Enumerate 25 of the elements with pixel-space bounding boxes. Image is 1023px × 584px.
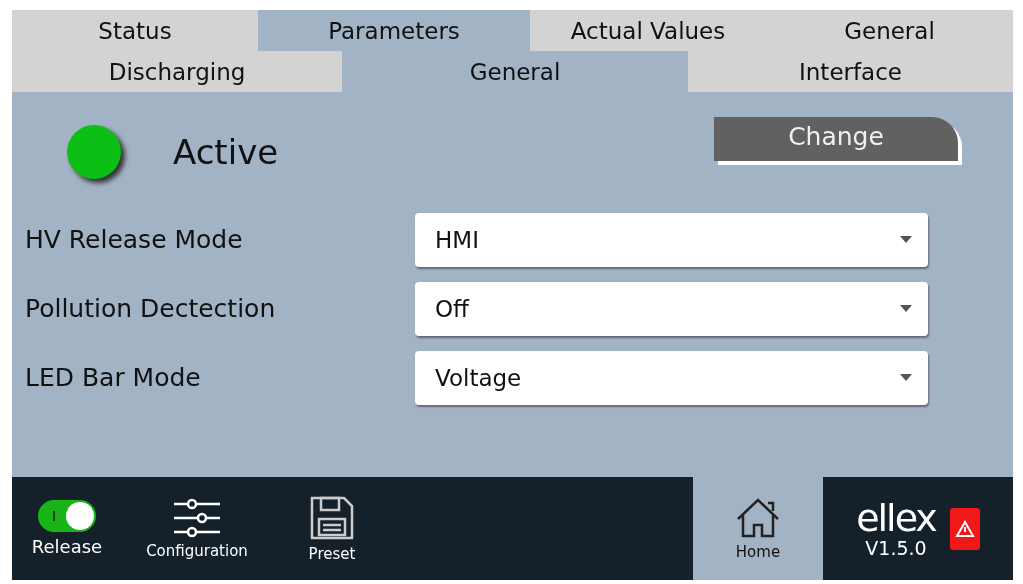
setting-label: Pollution Dectection — [25, 294, 277, 323]
tab[interactable]: Status — [12, 10, 258, 51]
dropdown[interactable]: Voltage — [415, 350, 928, 405]
caret-icon — [900, 305, 912, 312]
caret-icon — [900, 236, 912, 243]
nav-button[interactable]: Configuration — [122, 477, 272, 580]
tab[interactable]: Interface — [688, 51, 1013, 92]
setting-label: LED Bar Mode — [25, 363, 202, 392]
nav-button[interactable]: Preset — [272, 477, 392, 580]
home-icon — [735, 496, 781, 539]
status-label: Active — [173, 132, 280, 172]
tab[interactable]: Discharging — [12, 51, 342, 92]
sliders-icon — [172, 497, 222, 538]
dropdown[interactable]: HMI — [415, 212, 928, 267]
release-switch[interactable]: I — [38, 500, 96, 532]
dropdown[interactable]: Off — [415, 281, 928, 336]
logo: ellex — [856, 498, 936, 537]
nav-button[interactable]: Home — [693, 477, 823, 580]
warning-icon[interactable] — [949, 507, 980, 550]
setting-label: HV Release Mode — [25, 225, 244, 254]
version-label: V1.5.0 — [865, 536, 927, 559]
release-label: Release — [31, 536, 103, 557]
caret-icon — [900, 374, 912, 381]
tab[interactable]: General — [766, 10, 1013, 51]
tab[interactable]: Actual Values — [530, 10, 766, 51]
